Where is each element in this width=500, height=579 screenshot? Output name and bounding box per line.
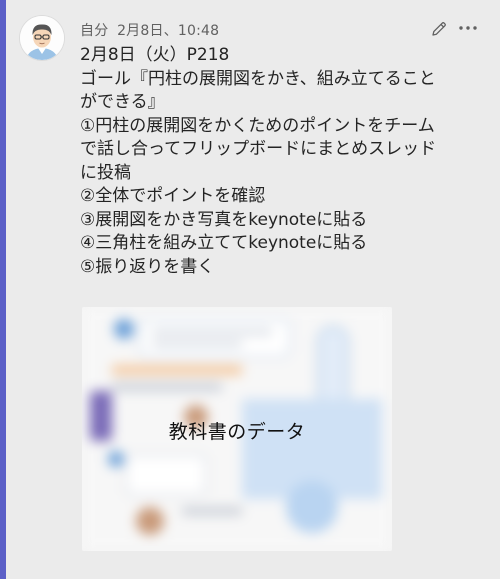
- author-name: 自分: [80, 23, 109, 39]
- image-attachment[interactable]: 教科書のデータ: [82, 307, 392, 551]
- pencil-icon[interactable]: [430, 20, 448, 38]
- thread-accent-bar: [0, 0, 6, 579]
- message-line: ゴール『円柱の展開図をかき、組み立てること: [80, 68, 436, 89]
- message-body: 2月8日（火）P218 ゴール『円柱の展開図をかき、組み立てること ができる』 …: [80, 44, 492, 279]
- avatar[interactable]: [20, 16, 64, 60]
- avatar-illustration: [20, 16, 64, 60]
- message-line: ④三角柱を組み立ててkeynoteに貼る: [80, 233, 368, 253]
- message-line: で話し合ってフリップボードにまとめスレッド: [80, 139, 437, 159]
- post-timestamp: 2月8日、10:48: [117, 23, 220, 39]
- message-line: ができる』: [80, 92, 165, 112]
- message-line: 2月8日（火）P218: [80, 45, 230, 65]
- post-meta: 自分 2月8日、10:48: [80, 20, 219, 40]
- message-line: に投稿: [80, 162, 131, 183]
- more-horizontal-icon[interactable]: [458, 22, 478, 34]
- message-line: ③展開図をかき写真をkeynoteに貼る: [80, 209, 368, 230]
- message-line: ⑤振り返りを書く: [80, 256, 215, 277]
- attachment-caption: 教科書のデータ: [168, 421, 306, 443]
- message-line: ②全体でポイントを確認: [80, 186, 266, 206]
- message-line: ①円柱の展開図をかくためのポイントをチーム: [80, 115, 435, 136]
